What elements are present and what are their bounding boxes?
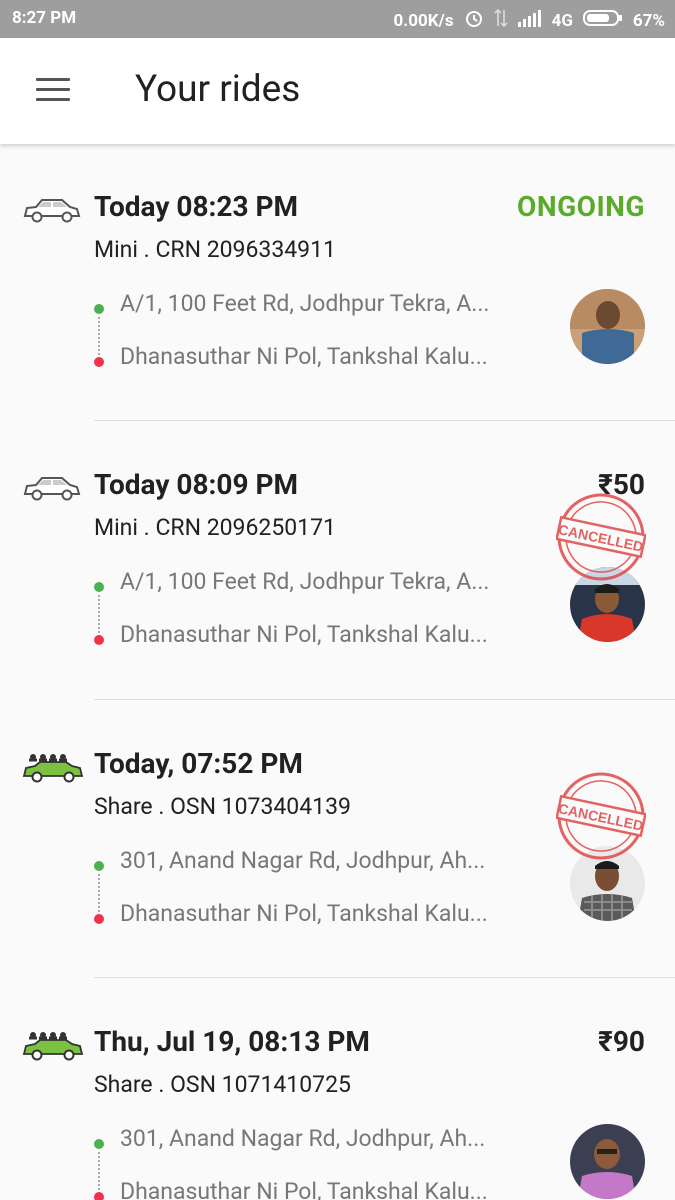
- share-car-icon: [22, 751, 84, 783]
- ride-fare: ₹90: [598, 1025, 645, 1058]
- pickup-dot: [94, 582, 104, 592]
- ride-status-badge: ONGOING: [517, 190, 645, 223]
- pickup-address: 301, Anand Nagar Rd, Jodhpur, Ah...: [120, 847, 486, 874]
- route-line: [98, 874, 100, 912]
- drop-address: Dhanasuthar Ni Pol, Tankshal Kalu...: [120, 900, 488, 927]
- alarm-icon: [464, 8, 484, 33]
- ride-osn: Share . OSN 1073404139: [94, 793, 351, 820]
- ride-datetime: Today, 07:52 PM: [94, 747, 303, 780]
- drop-address: Dhanasuthar Ni Pol, Tankshal Kalu...: [120, 343, 488, 370]
- network-type: 4G: [551, 10, 573, 31]
- route-line: [98, 595, 100, 633]
- ride-crn: Mini . CRN 2096250171: [94, 514, 336, 541]
- battery-icon: [582, 9, 623, 32]
- cancelled-stamp: CANCELLED: [555, 771, 647, 861]
- ride-card[interactable]: Today 08:23 PM Mini . CRN 2096334911 ONG…: [0, 144, 675, 423]
- driver-avatar: [570, 289, 645, 364]
- ride-card[interactable]: Today 08:09 PM Mini . CRN 2096250171 ₹50…: [0, 422, 675, 701]
- cancelled-stamp: CANCELLED: [555, 492, 647, 582]
- route-line: [98, 1152, 100, 1190]
- pickup-address: 301, Anand Nagar Rd, Jodhpur, Ah...: [120, 1125, 486, 1152]
- drop-dot: [94, 914, 104, 924]
- drop-dot: [94, 635, 104, 645]
- battery-percent: 67%: [632, 10, 665, 31]
- pickup-address: A/1, 100 Feet Rd, Jodhpur Tekra, A...: [120, 568, 490, 595]
- status-time: 8:27 PM: [12, 8, 77, 28]
- drop-address: Dhanasuthar Ni Pol, Tankshal Kalu...: [120, 621, 488, 648]
- ride-datetime: Today 08:23 PM: [94, 190, 299, 223]
- ride-card[interactable]: Today, 07:52 PM Share . OSN 1073404139 3…: [0, 701, 675, 980]
- page-title: Your rides: [135, 68, 301, 111]
- driver-avatar: [570, 1124, 645, 1199]
- route-line: [98, 317, 100, 355]
- sedan-car-icon: [22, 194, 82, 224]
- divider: [94, 420, 675, 421]
- share-car-icon: [22, 1029, 84, 1061]
- ride-osn: Share . OSN 1071410725: [94, 1071, 351, 1098]
- pickup-dot: [94, 861, 104, 871]
- drop-dot: [94, 1192, 104, 1200]
- signal-icon: [517, 9, 542, 32]
- network-speed: 0.00K/s: [393, 10, 454, 31]
- pickup-dot: [94, 1139, 104, 1149]
- pickup-dot: [94, 304, 104, 314]
- ride-datetime: Today 08:09 PM: [94, 468, 299, 501]
- drop-address: Dhanasuthar Ni Pol, Tankshal Kalu...: [120, 1178, 488, 1200]
- ride-datetime: Thu, Jul 19, 08:13 PM: [94, 1025, 370, 1058]
- ride-card[interactable]: Thu, Jul 19, 08:13 PM Share . OSN 107141…: [0, 979, 675, 1200]
- pickup-address: A/1, 100 Feet Rd, Jodhpur Tekra, A...: [120, 290, 490, 317]
- menu-icon[interactable]: [36, 78, 70, 104]
- status-right: 0.00K/s 4G 67%: [394, 8, 665, 33]
- status-bar: 8:27 PM 0.00K/s 4G 67%: [0, 0, 675, 38]
- sedan-car-icon: [22, 472, 82, 502]
- app-bar: Your rides: [0, 38, 675, 144]
- ride-crn: Mini . CRN 2096334911: [94, 236, 336, 263]
- drop-dot: [94, 357, 104, 367]
- data-transfer-icon: [494, 8, 508, 33]
- divider: [94, 699, 675, 700]
- divider: [94, 977, 675, 978]
